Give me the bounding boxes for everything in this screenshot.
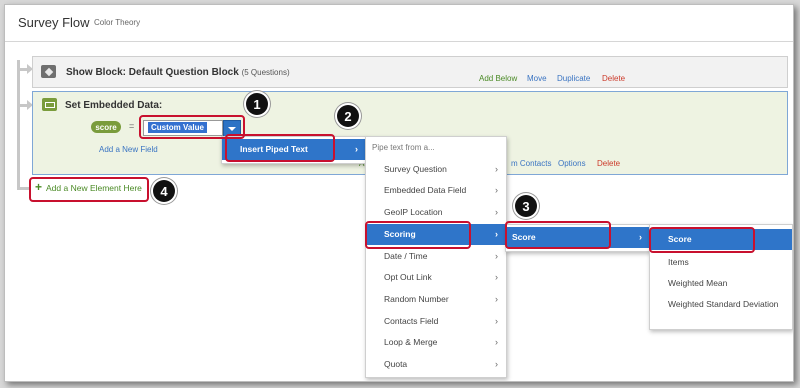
pipe-item-contacts-field[interactable]: Contacts Field ›: [366, 311, 506, 332]
score-item-weighted-mean[interactable]: Weighted Mean: [650, 273, 792, 294]
chevron-right-icon: ›: [495, 251, 498, 261]
step-badge-3: 3: [515, 195, 537, 217]
field-value-text: Custom Value: [148, 122, 207, 133]
pipe-item-scoring[interactable]: Scoring ›: [366, 224, 506, 245]
step-badge-2: 2: [337, 105, 359, 127]
add-below-link[interactable]: Add Below: [479, 74, 517, 83]
score-item-label: Weighted Mean: [668, 278, 728, 288]
chevron-right-icon: ›: [495, 207, 498, 217]
from-contacts-link[interactable]: m Contacts: [511, 159, 551, 168]
show-block-title: Show Block: Default Question Block (5 Qu…: [66, 67, 290, 78]
insert-piped-text-item[interactable]: Insert Piped Text ›: [222, 139, 366, 160]
question-count: (5 Questions): [241, 68, 290, 77]
top-bar: Survey Flow Color Theory: [5, 5, 793, 42]
plus-icon: +: [35, 180, 43, 194]
caret-down-icon: [228, 127, 236, 131]
pipe-item-label: Opt Out Link: [384, 272, 432, 282]
chevron-right-icon: ›: [495, 316, 498, 326]
delete-link[interactable]: Delete: [602, 74, 625, 83]
show-block[interactable]: Show Block: Default Question Block (5 Qu…: [32, 56, 788, 88]
page-title: Survey Flow: [18, 15, 90, 30]
delete-link[interactable]: Delete: [597, 159, 620, 168]
pipe-item-label: Random Number: [384, 294, 449, 304]
pipe-item-label: Embedded Data Field: [384, 185, 467, 195]
step-badge-1: 1: [246, 93, 268, 115]
flow-connector: [17, 60, 20, 188]
show-block-title-text: Show Block: Default Question Block: [66, 67, 239, 78]
field-name-pill[interactable]: score: [91, 121, 121, 133]
scoring-item-score[interactable]: Score ›: [506, 227, 650, 248]
pipe-item-label: Date / Time: [384, 251, 428, 261]
score-item-label: Items: [668, 257, 689, 267]
pipe-item-survey-question[interactable]: Survey Question ›: [366, 159, 506, 180]
chevron-right-icon: ›: [495, 294, 498, 304]
pipe-item-opt-out-link[interactable]: Opt Out Link ›: [366, 267, 506, 288]
add-field-link[interactable]: Add a New Field: [99, 145, 158, 154]
chevron-right-icon: ›: [495, 185, 498, 195]
scoring-item-label: Score: [512, 232, 536, 242]
score-menu: Score Items Weighted Mean Weighted Stand…: [649, 224, 793, 330]
equals-sign: =: [129, 121, 135, 131]
embedded-block-title: Set Embedded Data:: [65, 100, 163, 111]
score-item-items[interactable]: Items: [650, 252, 792, 273]
move-link[interactable]: Move: [527, 74, 547, 83]
chevron-right-icon: ›: [495, 359, 498, 369]
pipe-item-label: Contacts Field: [384, 316, 439, 326]
chevron-right-icon: ›: [639, 232, 642, 242]
score-item-label: Score: [668, 234, 692, 244]
pipe-item-geoip-location[interactable]: GeoIP Location ›: [366, 202, 506, 223]
scoring-menu: Score ›: [505, 224, 651, 252]
pipe-item-label: Loop & Merge: [384, 337, 438, 347]
options-link[interactable]: Options: [558, 159, 586, 168]
chevron-right-icon: ›: [355, 144, 358, 154]
pipe-item-loop-merge[interactable]: Loop & Merge ›: [366, 332, 506, 353]
pipe-item-quota[interactable]: Quota ›: [366, 354, 506, 375]
flow-connector: [17, 187, 31, 190]
pipe-item-label: GeoIP Location: [384, 207, 443, 217]
step-badge-4: 4: [153, 180, 175, 202]
pipe-menu-header: Pipe text from a...: [372, 143, 435, 152]
score-item-score[interactable]: Score: [650, 229, 792, 250]
duplicate-link[interactable]: Duplicate: [557, 74, 590, 83]
block-cube-icon: [41, 65, 56, 78]
embedded-data-icon: [42, 98, 57, 111]
pipe-item-embedded-data-field[interactable]: Embedded Data Field ›: [366, 180, 506, 201]
chevron-right-icon: ›: [495, 164, 498, 174]
add-element-link[interactable]: + Add a New Element Here: [33, 180, 149, 198]
insert-piped-text-label: Insert Piped Text: [240, 144, 308, 154]
pipe-item-label: Survey Question: [384, 164, 447, 174]
chevron-right-icon: ›: [495, 337, 498, 347]
pipe-text-menu: Pipe text from a... Survey Question › Emb…: [365, 136, 507, 378]
survey-flow-window: Survey Flow Color Theory Show Block: Def…: [4, 4, 794, 382]
pipe-item-label: Quota: [384, 359, 408, 369]
pipe-item-random-number[interactable]: Random Number ›: [366, 289, 506, 310]
pipe-item-label: Scoring: [384, 229, 416, 239]
score-item-weighted-std-dev[interactable]: Weighted Standard Deviation: [650, 295, 792, 325]
add-element-label: Add a New Element Here: [46, 183, 142, 193]
chevron-right-icon: ›: [495, 229, 498, 239]
survey-name: Color Theory: [94, 18, 141, 27]
value-menu: Insert Piped Text ›: [221, 136, 367, 164]
chevron-right-icon: ›: [495, 272, 498, 282]
pipe-item-date-time[interactable]: Date / Time ›: [366, 246, 506, 267]
field-value-input[interactable]: Custom Value: [143, 120, 223, 136]
score-item-label: Weighted Standard Deviation: [668, 299, 779, 309]
